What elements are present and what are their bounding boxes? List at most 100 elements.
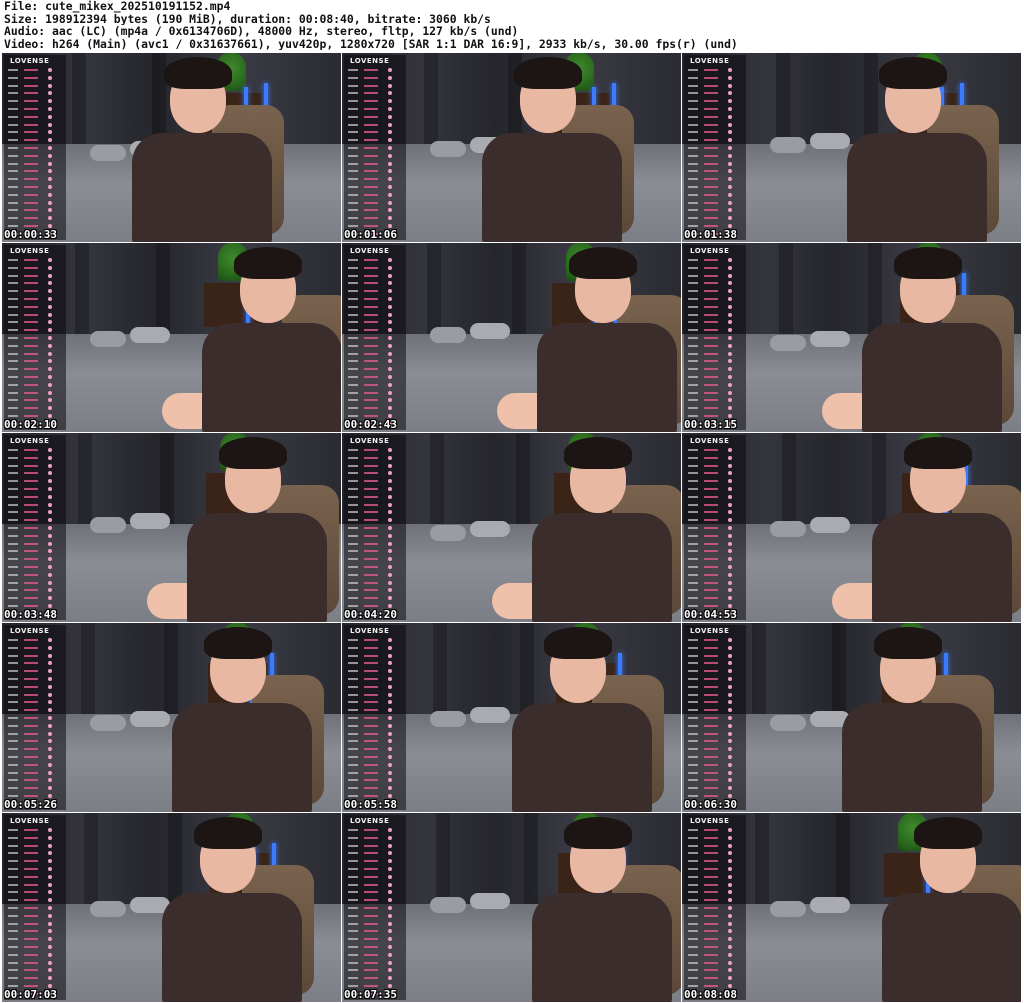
overlay-brand-label: LOVENSE <box>10 437 50 445</box>
curtain-fold <box>752 623 766 727</box>
overlay-menu-row <box>348 390 402 395</box>
overlay-menu-row <box>8 929 62 934</box>
video-thumbnail[interactable]: LOVENSE 00:04:20 <box>342 433 681 622</box>
pillow <box>430 897 466 913</box>
overlay-menu-row <box>688 645 742 650</box>
thumbnail-timestamp: 00:05:58 <box>344 798 397 811</box>
overlay-menu-row <box>8 669 62 674</box>
overlay-menu-row <box>348 984 402 988</box>
video-info-header: File: cute_mikex_202510191152.mp4 Size: … <box>4 0 1020 52</box>
overlay-menu-row <box>8 677 62 681</box>
thumbnail-timestamp: 00:01:38 <box>684 228 737 241</box>
overlay-menu-row <box>8 937 62 942</box>
overlay-menu-row <box>348 146 402 150</box>
overlay-menu-row <box>8 716 62 720</box>
video-thumbnail[interactable]: LOVENSE 00:00:33 <box>2 53 341 242</box>
overlay-menu-row <box>8 312 62 317</box>
overlay-menu-row <box>348 898 402 903</box>
video-thumbnail[interactable]: LOVENSE 00:01:38 <box>682 53 1021 242</box>
video-thumbnail[interactable]: LOVENSE 00:07:35 <box>342 813 681 1002</box>
overlay-menu-row <box>8 580 62 585</box>
curtain-fold <box>755 813 769 917</box>
shirt <box>172 703 312 812</box>
lovense-overlay-panel: LOVENSE <box>684 815 746 1000</box>
overlay-menu-row <box>8 75 62 80</box>
overlay-brand-label: LOVENSE <box>10 57 50 65</box>
overlay-menu-row <box>688 859 742 864</box>
overlay-menu-row <box>348 692 402 697</box>
overlay-menu-row <box>688 723 742 728</box>
video-thumbnail[interactable]: LOVENSE 00:03:15 <box>682 243 1021 432</box>
overlay-menu-row <box>348 177 402 182</box>
overlay-menu-row <box>8 835 62 840</box>
overlay-menu-row <box>688 258 742 262</box>
overlay-menu-row <box>688 406 742 411</box>
overlay-menu-row <box>8 945 62 949</box>
overlay-menu-row <box>8 755 62 759</box>
overlay-menu-row <box>8 265 62 270</box>
hair <box>194 817 262 849</box>
overlay-menu-row <box>348 479 402 484</box>
overlay-menu-row <box>348 716 402 720</box>
curtain-fold <box>524 813 538 917</box>
video-thumbnail[interactable]: LOVENSE 00:04:53 <box>682 433 1021 622</box>
overlay-menu-row <box>348 114 402 119</box>
video-thumbnail[interactable]: LOVENSE 00:02:10 <box>2 243 341 432</box>
overlay-menu-row <box>8 867 62 871</box>
overlay-menu-row <box>688 677 742 681</box>
video-thumbnail[interactable]: LOVENSE 00:01:06 <box>342 53 681 242</box>
hair <box>219 437 287 469</box>
pillow <box>810 133 850 149</box>
overlay-menu-row <box>688 684 742 689</box>
overlay-menu-row <box>8 192 62 197</box>
pillow <box>430 327 466 343</box>
overlay-menu-row <box>348 265 402 270</box>
video-thumbnail[interactable]: LOVENSE 00:07:03 <box>2 813 341 1002</box>
pillow <box>90 331 126 347</box>
hair <box>564 817 632 849</box>
overlay-menu-row <box>8 122 62 127</box>
overlay-menu-row <box>348 747 402 752</box>
overlay-menu-row <box>688 984 742 988</box>
overlay-menu-row <box>348 343 402 348</box>
video-thumbnail[interactable]: LOVENSE 00:08:08 <box>682 813 1021 1002</box>
lovense-overlay-panel: LOVENSE <box>684 435 746 620</box>
shirt <box>882 893 1021 1002</box>
lovense-overlay-panel: LOVENSE <box>4 435 66 620</box>
overlay-menu-row <box>8 851 62 856</box>
thumbnail-grid: LOVENSE 00:00:33 LOVENSE 00:01:06 LOVENS… <box>2 53 1023 1002</box>
overlay-menu-row <box>8 99 62 104</box>
video-thumbnail[interactable]: LOVENSE 00:05:26 <box>2 623 341 812</box>
overlay-menu-row <box>688 653 742 658</box>
shirt <box>537 323 677 432</box>
thumbnail-timestamp: 00:00:33 <box>4 228 57 241</box>
overlay-menu-row <box>8 83 62 88</box>
video-thumbnail[interactable]: LOVENSE 00:05:58 <box>342 623 681 812</box>
overlay-menu-row <box>688 146 742 150</box>
overlay-menu-row <box>688 99 742 104</box>
video-thumbnail[interactable]: LOVENSE 00:02:43 <box>342 243 681 432</box>
overlay-menu-row <box>8 526 62 530</box>
video-thumbnail[interactable]: LOVENSE 00:03:48 <box>2 433 341 622</box>
pillow <box>90 901 126 917</box>
overlay-menu-row <box>348 122 402 127</box>
overlay-brand-label: LOVENSE <box>690 247 730 255</box>
lovense-overlay-panel: LOVENSE <box>344 815 406 1000</box>
pillow <box>810 897 850 913</box>
overlay-menu-row <box>348 138 402 143</box>
overlay-menu-row <box>8 161 62 166</box>
overlay-menu-row <box>688 297 742 301</box>
hair <box>879 57 947 89</box>
overlay-menu-row <box>688 867 742 871</box>
video-thumbnail[interactable]: LOVENSE 00:06:30 <box>682 623 1021 812</box>
overlay-menu-row <box>688 906 742 910</box>
file-size-line: Size: 198912394 bytes (190 MiB), duratio… <box>4 12 491 26</box>
overlay-menu-row <box>8 572 62 577</box>
overlay-menu-row <box>348 700 402 705</box>
overlay-menu-row <box>688 604 742 608</box>
overlay-menu-row <box>348 533 402 538</box>
shirt <box>202 323 341 432</box>
thumbnail-timestamp: 00:05:26 <box>4 798 57 811</box>
overlay-menu-row <box>688 448 742 452</box>
overlay-menu-row <box>8 692 62 697</box>
